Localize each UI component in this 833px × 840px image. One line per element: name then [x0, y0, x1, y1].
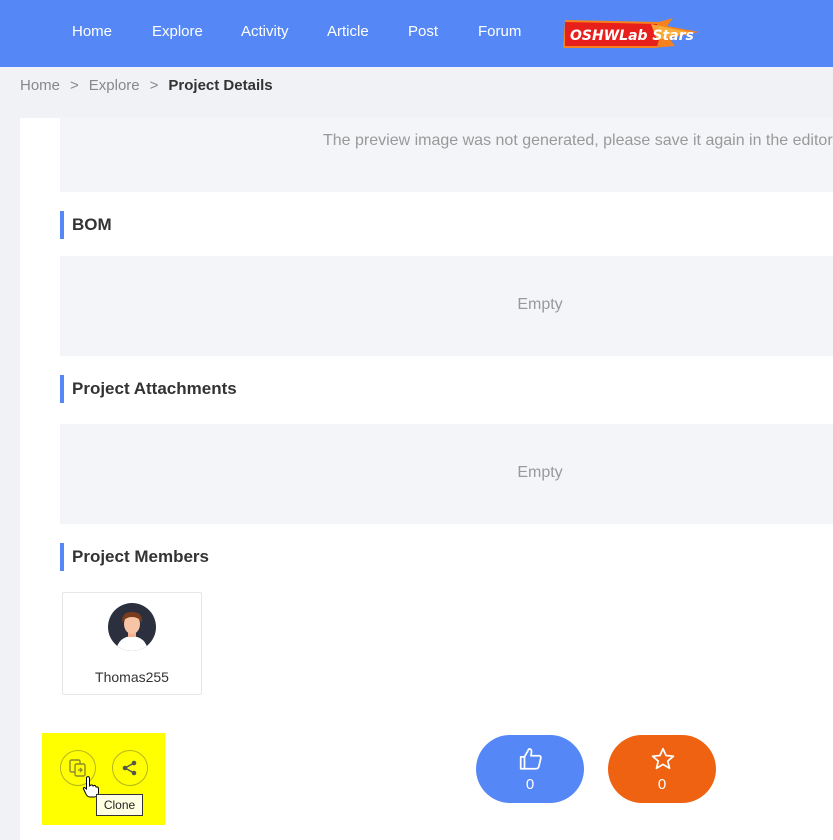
top-navigation: Home Explore Activity Article Post Forum… [0, 0, 833, 67]
avatar-icon [108, 603, 156, 651]
bom-content: Empty [60, 256, 833, 356]
favorite-count: 0 [657, 776, 667, 793]
member-name: Thomas255 [95, 669, 169, 685]
oshwlab-stars-logo[interactable]: OSHWLab Stars [561, 18, 701, 50]
breadcrumb-current: Project Details [168, 77, 273, 94]
members-heading: Project Members [60, 543, 209, 571]
nav-activity[interactable]: Activity [241, 23, 289, 40]
preview-image-area: The preview image was not generated, ple… [60, 118, 833, 192]
share-button[interactable] [112, 750, 148, 786]
breadcrumb: Home > Explore > Project Details [20, 77, 273, 94]
bom-heading: BOM [60, 211, 112, 239]
star-icon [651, 747, 675, 770]
nav-forum[interactable]: Forum [478, 23, 521, 40]
favorite-button[interactable]: 0 [608, 735, 716, 803]
project-details-card: The preview image was not generated, ple… [20, 118, 833, 840]
attachments-content: Empty [60, 424, 833, 524]
breadcrumb-explore[interactable]: Explore [89, 77, 140, 94]
attachments-empty-text: Empty [517, 464, 563, 481]
nav-explore[interactable]: Explore [152, 23, 203, 40]
bom-empty-text: Empty [517, 296, 563, 313]
thumbs-up-icon [519, 748, 542, 770]
nav-home[interactable]: Home [72, 23, 112, 40]
like-count: 0 [525, 776, 535, 793]
breadcrumb-separator: > [149, 77, 159, 94]
project-tools: Clone [42, 733, 165, 825]
preview-message: The preview image was not generated, ple… [323, 132, 833, 149]
clone-tooltip: Clone [96, 794, 143, 816]
breadcrumb-separator: > [70, 77, 79, 94]
like-button[interactable]: 0 [476, 735, 584, 803]
attachments-heading: Project Attachments [60, 375, 237, 403]
logo-text: OSHWLab Stars [570, 28, 694, 44]
nav-post[interactable]: Post [408, 23, 438, 40]
member-card[interactable]: Thomas255 [62, 592, 202, 695]
nav-article[interactable]: Article [327, 23, 369, 40]
breadcrumb-home[interactable]: Home [20, 77, 60, 94]
share-icon [122, 760, 137, 776]
